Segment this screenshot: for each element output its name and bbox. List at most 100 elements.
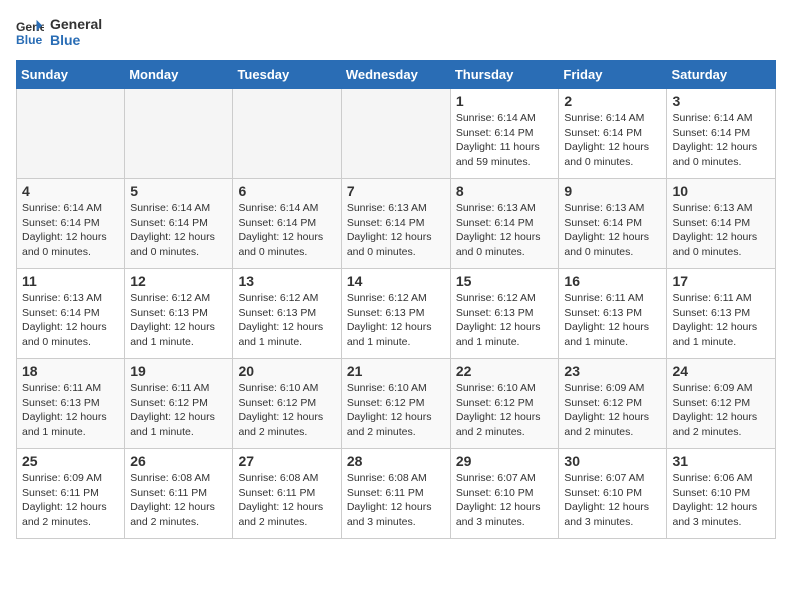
day-number: 9	[564, 183, 661, 199]
day-number: 18	[22, 363, 119, 379]
day-info: Sunrise: 6:09 AMSunset: 6:12 PMDaylight:…	[672, 381, 770, 440]
calendar-cell	[233, 89, 341, 179]
week-row-2: 4 Sunrise: 6:14 AMSunset: 6:14 PMDaylight…	[17, 179, 776, 269]
day-info: Sunrise: 6:11 AMSunset: 6:13 PMDaylight:…	[564, 291, 661, 350]
logo-icon: General Blue	[16, 18, 44, 46]
calendar-cell: 14 Sunrise: 6:12 AMSunset: 6:13 PMDayligh…	[341, 269, 450, 359]
calendar-cell: 18 Sunrise: 6:11 AMSunset: 6:13 PMDayligh…	[17, 359, 125, 449]
day-info: Sunrise: 6:08 AMSunset: 6:11 PMDaylight:…	[347, 471, 445, 530]
day-number: 12	[130, 273, 227, 289]
weekday-header-wednesday: Wednesday	[341, 61, 450, 89]
day-number: 17	[672, 273, 770, 289]
logo: General Blue General Blue	[16, 16, 102, 48]
day-info: Sunrise: 6:10 AMSunset: 6:12 PMDaylight:…	[456, 381, 554, 440]
day-info: Sunrise: 6:08 AMSunset: 6:11 PMDaylight:…	[238, 471, 335, 530]
calendar-cell: 31Sunrise: 6:06 AMSunset: 6:10 PMDayligh…	[667, 449, 776, 539]
calendar-cell: 8 Sunrise: 6:13 AMSunset: 6:14 PMDaylight…	[450, 179, 559, 269]
day-info: Sunrise: 6:13 AMSunset: 6:14 PMDaylight:…	[672, 201, 770, 260]
day-info: Sunrise: 6:09 AMSunset: 6:11 PMDaylight:…	[22, 471, 119, 530]
day-info: Sunrise: 6:12 AMSunset: 6:13 PMDaylight:…	[238, 291, 335, 350]
calendar-cell: 22 Sunrise: 6:10 AMSunset: 6:12 PMDayligh…	[450, 359, 559, 449]
calendar-cell: 15 Sunrise: 6:12 AMSunset: 6:13 PMDayligh…	[450, 269, 559, 359]
week-row-4: 18 Sunrise: 6:11 AMSunset: 6:13 PMDayligh…	[17, 359, 776, 449]
day-info: Sunrise: 6:10 AMSunset: 6:12 PMDaylight:…	[238, 381, 335, 440]
day-number: 4	[22, 183, 119, 199]
calendar-cell: 20 Sunrise: 6:10 AMSunset: 6:12 PMDayligh…	[233, 359, 341, 449]
calendar-cell: 10 Sunrise: 6:13 AMSunset: 6:14 PMDayligh…	[667, 179, 776, 269]
day-info: Sunrise: 6:14 AMSunset: 6:14 PMDaylight:…	[238, 201, 335, 260]
day-info: Sunrise: 6:07 AMSunset: 6:10 PMDaylight:…	[564, 471, 661, 530]
calendar-cell: 3 Sunrise: 6:14 AMSunset: 6:14 PMDaylight…	[667, 89, 776, 179]
day-info: Sunrise: 6:14 AMSunset: 6:14 PMDaylight:…	[22, 201, 119, 260]
calendar-cell: 21 Sunrise: 6:10 AMSunset: 6:12 PMDayligh…	[341, 359, 450, 449]
day-number: 6	[238, 183, 335, 199]
day-number: 26	[130, 453, 227, 469]
day-number: 28	[347, 453, 445, 469]
day-number: 27	[238, 453, 335, 469]
day-number: 30	[564, 453, 661, 469]
calendar-cell: 13 Sunrise: 6:12 AMSunset: 6:13 PMDayligh…	[233, 269, 341, 359]
day-number: 20	[238, 363, 335, 379]
day-number: 29	[456, 453, 554, 469]
day-info: Sunrise: 6:14 AMSunset: 6:14 PMDaylight:…	[456, 111, 554, 170]
day-number: 3	[672, 93, 770, 109]
day-info: Sunrise: 6:11 AMSunset: 6:12 PMDaylight:…	[130, 381, 227, 440]
day-info: Sunrise: 6:13 AMSunset: 6:14 PMDaylight:…	[564, 201, 661, 260]
week-row-1: 1 Sunrise: 6:14 AMSunset: 6:14 PMDaylight…	[17, 89, 776, 179]
logo-line2: Blue	[50, 32, 102, 48]
calendar-cell: 23Sunrise: 6:09 AMSunset: 6:12 PMDayligh…	[559, 359, 667, 449]
day-number: 1	[456, 93, 554, 109]
day-info: Sunrise: 6:13 AMSunset: 6:14 PMDaylight:…	[22, 291, 119, 350]
calendar-cell: 19 Sunrise: 6:11 AMSunset: 6:12 PMDayligh…	[125, 359, 233, 449]
page-header: General Blue General Blue	[16, 16, 776, 48]
calendar-cell: 28 Sunrise: 6:08 AMSunset: 6:11 PMDayligh…	[341, 449, 450, 539]
calendar-cell: 26 Sunrise: 6:08 AMSunset: 6:11 PMDayligh…	[125, 449, 233, 539]
day-number: 21	[347, 363, 445, 379]
day-info: Sunrise: 6:12 AMSunset: 6:13 PMDaylight:…	[130, 291, 227, 350]
weekday-header-friday: Friday	[559, 61, 667, 89]
day-info: Sunrise: 6:06 AMSunset: 6:10 PMDaylight:…	[672, 471, 770, 530]
calendar-cell: 30 Sunrise: 6:07 AMSunset: 6:10 PMDayligh…	[559, 449, 667, 539]
day-info: Sunrise: 6:08 AMSunset: 6:11 PMDaylight:…	[130, 471, 227, 530]
calendar-cell	[125, 89, 233, 179]
day-number: 23	[564, 363, 661, 379]
week-row-3: 11Sunrise: 6:13 AMSunset: 6:14 PMDayligh…	[17, 269, 776, 359]
calendar-cell: 1 Sunrise: 6:14 AMSunset: 6:14 PMDaylight…	[450, 89, 559, 179]
day-info: Sunrise: 6:11 AMSunset: 6:13 PMDaylight:…	[22, 381, 119, 440]
day-info: Sunrise: 6:07 AMSunset: 6:10 PMDaylight:…	[456, 471, 554, 530]
day-info: Sunrise: 6:11 AMSunset: 6:13 PMDaylight:…	[672, 291, 770, 350]
day-info: Sunrise: 6:14 AMSunset: 6:14 PMDaylight:…	[672, 111, 770, 170]
weekday-header-row: SundayMondayTuesdayWednesdayThursdayFrid…	[17, 61, 776, 89]
day-info: Sunrise: 6:14 AMSunset: 6:14 PMDaylight:…	[564, 111, 661, 170]
day-number: 13	[238, 273, 335, 289]
day-info: Sunrise: 6:13 AMSunset: 6:14 PMDaylight:…	[456, 201, 554, 260]
weekday-header-thursday: Thursday	[450, 61, 559, 89]
calendar-cell: 6 Sunrise: 6:14 AMSunset: 6:14 PMDaylight…	[233, 179, 341, 269]
day-number: 19	[130, 363, 227, 379]
calendar-cell: 11Sunrise: 6:13 AMSunset: 6:14 PMDayligh…	[17, 269, 125, 359]
calendar-cell: 12 Sunrise: 6:12 AMSunset: 6:13 PMDayligh…	[125, 269, 233, 359]
weekday-header-sunday: Sunday	[17, 61, 125, 89]
day-info: Sunrise: 6:12 AMSunset: 6:13 PMDaylight:…	[347, 291, 445, 350]
day-info: Sunrise: 6:14 AMSunset: 6:14 PMDaylight:…	[130, 201, 227, 260]
day-number: 14	[347, 273, 445, 289]
day-number: 15	[456, 273, 554, 289]
day-number: 10	[672, 183, 770, 199]
calendar-cell: 9 Sunrise: 6:13 AMSunset: 6:14 PMDaylight…	[559, 179, 667, 269]
svg-text:Blue: Blue	[16, 33, 43, 46]
day-number: 7	[347, 183, 445, 199]
day-number: 8	[456, 183, 554, 199]
day-info: Sunrise: 6:12 AMSunset: 6:13 PMDaylight:…	[456, 291, 554, 350]
logo-line1: General	[50, 16, 102, 32]
calendar-cell: 29 Sunrise: 6:07 AMSunset: 6:10 PMDayligh…	[450, 449, 559, 539]
day-info: Sunrise: 6:10 AMSunset: 6:12 PMDaylight:…	[347, 381, 445, 440]
day-number: 25	[22, 453, 119, 469]
calendar-cell: 16 Sunrise: 6:11 AMSunset: 6:13 PMDayligh…	[559, 269, 667, 359]
week-row-5: 25 Sunrise: 6:09 AMSunset: 6:11 PMDayligh…	[17, 449, 776, 539]
calendar-cell: 17 Sunrise: 6:11 AMSunset: 6:13 PMDayligh…	[667, 269, 776, 359]
calendar-cell: 27 Sunrise: 6:08 AMSunset: 6:11 PMDayligh…	[233, 449, 341, 539]
calendar-cell: 4 Sunrise: 6:14 AMSunset: 6:14 PMDaylight…	[17, 179, 125, 269]
weekday-header-saturday: Saturday	[667, 61, 776, 89]
day-number: 22	[456, 363, 554, 379]
day-number: 16	[564, 273, 661, 289]
